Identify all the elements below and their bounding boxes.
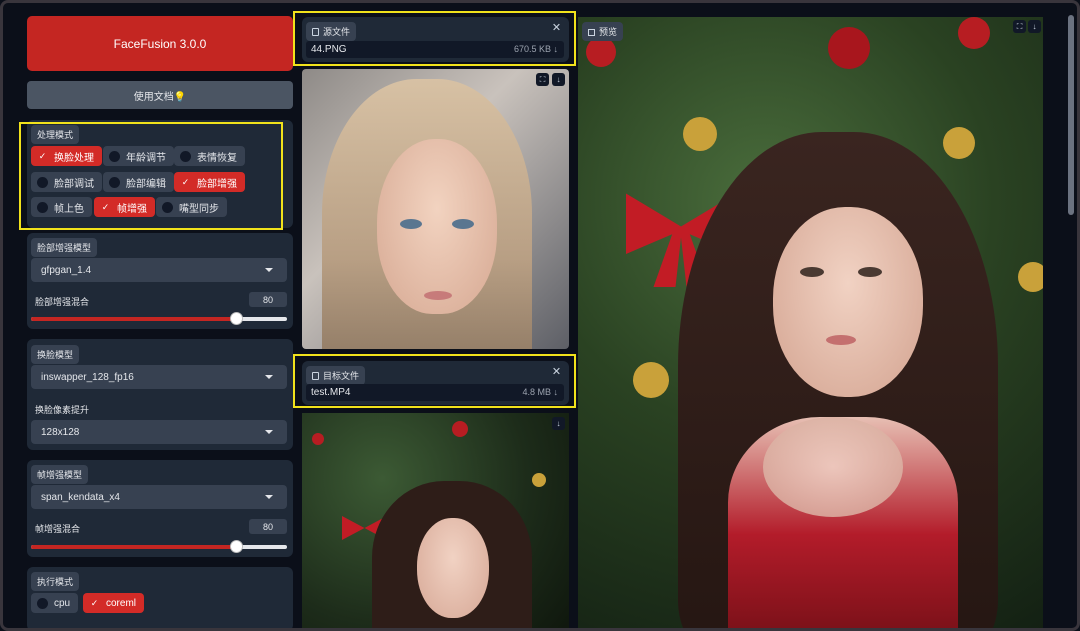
caret-down-icon bbox=[265, 495, 273, 499]
face-swapper-model-label: 换脸模型 bbox=[31, 345, 80, 364]
target-video[interactable]: ↓ bbox=[302, 413, 569, 631]
face-enhancer-model-select[interactable]: gfpgan_1.4 bbox=[31, 258, 287, 282]
eye bbox=[858, 267, 882, 277]
ornament bbox=[586, 37, 616, 67]
checkbox-icon: ✓ bbox=[90, 597, 99, 608]
download-icon[interactable]: ↓ bbox=[1028, 20, 1041, 33]
frame-enhancer-model-select[interactable]: span_kendata_x4 bbox=[31, 485, 287, 509]
preview-label: 预览 bbox=[582, 22, 624, 41]
ornament bbox=[1018, 262, 1043, 292]
highlight-processors bbox=[19, 122, 283, 230]
eye bbox=[800, 267, 824, 277]
face-swapper-pixel-boost-select[interactable]: 128x128 bbox=[31, 420, 287, 444]
face-enhancer-panel: 脸部增强模型 gfpgan_1.4 脸部增强混合 80 bbox=[27, 233, 293, 329]
download-icon[interactable]: ↓ bbox=[552, 73, 565, 86]
hands-shape bbox=[763, 417, 903, 517]
face-swapper-model-select[interactable]: inswapper_128_fp16 bbox=[31, 365, 287, 389]
face-shape bbox=[773, 207, 923, 397]
highlight-target bbox=[293, 354, 576, 408]
face-enhancer-blend-slider[interactable] bbox=[31, 312, 287, 325]
caret-down-icon bbox=[265, 375, 273, 379]
ornament bbox=[958, 17, 990, 49]
eye bbox=[452, 219, 474, 229]
ornament bbox=[633, 362, 669, 398]
fullscreen-icon[interactable]: ⛶ bbox=[1013, 20, 1026, 33]
mouth bbox=[424, 291, 452, 300]
face-swapper-pixel-boost-label: 换脸像素提升 bbox=[35, 405, 90, 415]
execution-provider-cpu[interactable]: cpu bbox=[31, 593, 79, 613]
frame-enhancer-blend-label: 帧增强混合 bbox=[35, 524, 81, 534]
slider-handle[interactable] bbox=[229, 540, 243, 553]
face-shape bbox=[377, 139, 497, 314]
execution-panel: 执行模式 cpu ✓ coreml bbox=[27, 567, 293, 631]
highlight-source bbox=[293, 11, 576, 66]
fullscreen-icon[interactable]: ⛶ bbox=[536, 73, 549, 86]
slider-handle[interactable] bbox=[229, 312, 243, 325]
ornament bbox=[683, 117, 717, 151]
docs-button[interactable]: 使用文档💡 bbox=[27, 81, 293, 109]
face-enhancer-blend-label: 脸部增强混合 bbox=[35, 297, 90, 307]
face-enhancer-blend-number[interactable]: 80 bbox=[249, 292, 287, 307]
ornament bbox=[312, 433, 324, 445]
mouth bbox=[826, 335, 856, 345]
ornament bbox=[828, 27, 870, 69]
face-enhancer-model-label: 脸部增强模型 bbox=[31, 238, 98, 257]
eye bbox=[400, 219, 422, 229]
scrollbar-thumb[interactable] bbox=[1068, 15, 1074, 215]
frame-enhancer-blend-slider[interactable] bbox=[31, 540, 287, 553]
preview-panel: 预览 ⛶ ↓ bbox=[578, 17, 1043, 631]
execution-label: 执行模式 bbox=[31, 572, 80, 591]
image-icon bbox=[588, 29, 595, 36]
download-icon[interactable]: ↓ bbox=[552, 417, 565, 430]
source-image: ⛶ ↓ bbox=[302, 69, 569, 349]
caret-down-icon bbox=[265, 268, 273, 272]
face-shape bbox=[417, 518, 489, 618]
frame-enhancer-model-label: 帧增强模型 bbox=[31, 465, 89, 484]
ornament bbox=[943, 127, 975, 159]
frame-enhancer-blend-number[interactable]: 80 bbox=[249, 519, 287, 534]
app-title-button[interactable]: FaceFusion 3.0.0 bbox=[27, 16, 293, 71]
frame-enhancer-panel: 帧增强模型 span_kendata_x4 帧增强混合 80 bbox=[27, 460, 293, 557]
caret-down-icon bbox=[265, 430, 273, 434]
checkbox-icon bbox=[37, 597, 48, 609]
execution-provider-coreml[interactable]: ✓ coreml bbox=[83, 593, 145, 613]
face-swapper-panel: 换脸模型 inswapper_128_fp16 换脸像素提升 128x128 bbox=[27, 339, 293, 450]
ornament bbox=[532, 473, 546, 487]
ornament bbox=[452, 421, 468, 437]
